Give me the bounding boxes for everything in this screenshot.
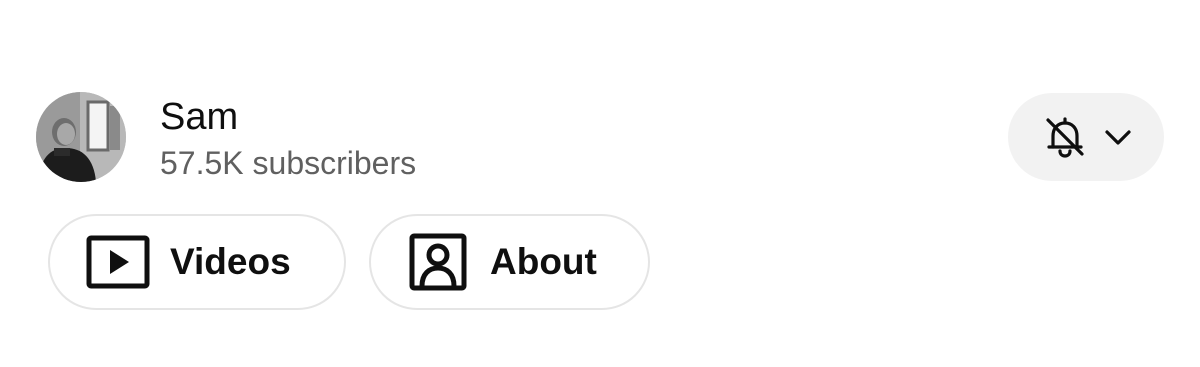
play-box-icon xyxy=(86,235,150,289)
bell-off-icon xyxy=(1039,111,1091,163)
chevron-down-icon xyxy=(1103,122,1133,152)
tab-about[interactable]: About xyxy=(369,214,650,310)
person-box-icon xyxy=(409,233,467,291)
tab-videos[interactable]: Videos xyxy=(48,214,346,310)
subscriber-count: 57.5K subscribers xyxy=(160,145,417,181)
tab-about-label: About xyxy=(490,241,597,282)
notification-settings-button[interactable] xyxy=(1008,93,1164,181)
tab-videos-label: Videos xyxy=(170,241,291,282)
channel-name[interactable]: Sam xyxy=(160,96,238,138)
avatar[interactable] xyxy=(36,92,126,182)
